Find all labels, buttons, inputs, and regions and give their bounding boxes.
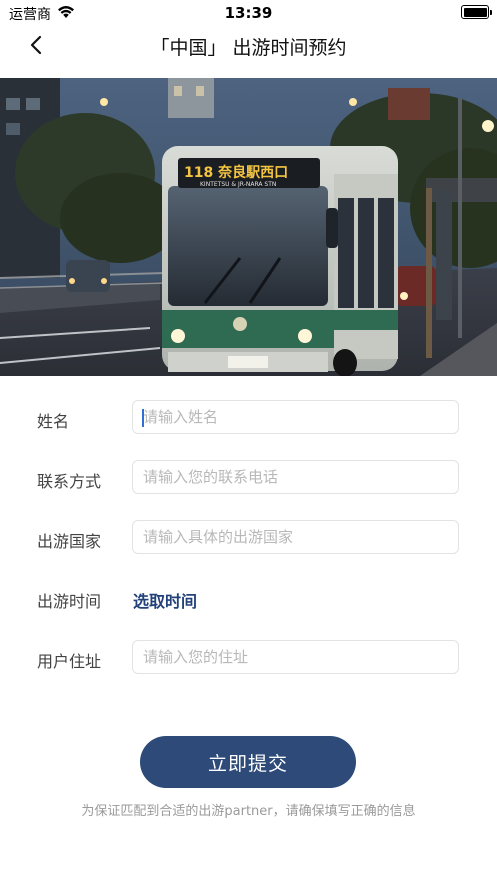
submit-button[interactable]: 立即提交 [140,736,356,788]
status-time: 13:39 [224,4,273,22]
address-label: 用户住址 [37,652,102,671]
time-label: 出游时间 [37,592,102,611]
address-input[interactable] [132,640,459,674]
page-title: 「中国」 出游时间预约 [150,37,347,59]
bus-destination-subtitle: KINTETSU & JR-NARA STN [200,181,276,188]
form-tip: 为保证匹配到合适的出游partner，请确保填写正确的信息 [81,804,416,819]
time-row: 出游时间 选取时间 [0,580,497,616]
country-row: 出游国家 [0,520,497,556]
name-row: 姓名 [0,400,497,436]
pick-time-button[interactable]: 选取时间 [133,588,197,612]
name-label: 姓名 [37,412,70,431]
contact-label: 联系方式 [37,472,102,491]
country-label: 出游国家 [37,532,102,551]
text-cursor [142,409,144,427]
name-input[interactable] [132,400,459,434]
contact-input[interactable] [132,460,459,494]
status-bar: 运营商 13:39 [0,0,497,26]
country-input[interactable] [132,520,459,554]
nav-bar: 「中国」 出游时间预约 [0,26,497,66]
bus-destination-sign: 118 奈良駅西口 [184,164,288,181]
battery-icon [461,5,492,19]
contact-row: 联系方式 [0,460,497,496]
address-row: 用户住址 [0,640,497,676]
hero-bus-image: 118 奈良駅西口 KINTETSU & JR-NARA STN [0,78,497,376]
